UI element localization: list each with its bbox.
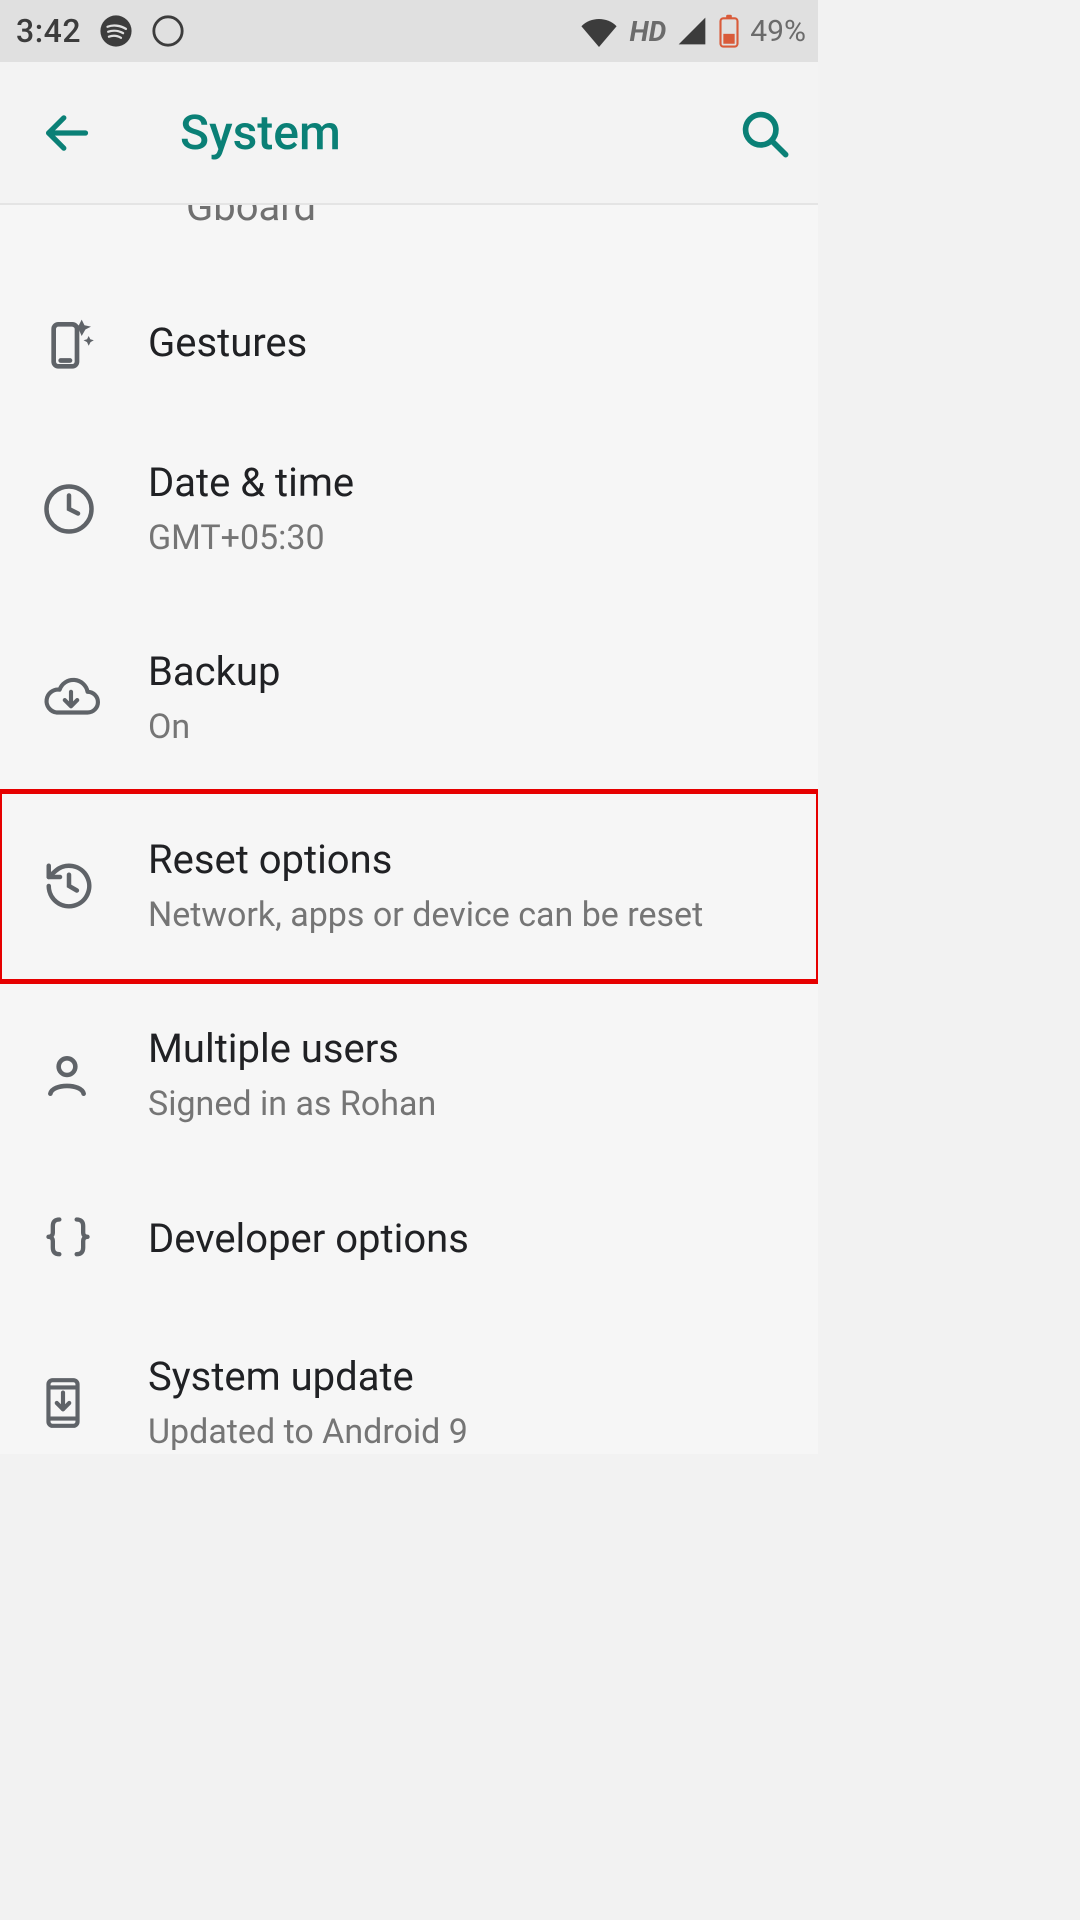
status-right: HD 49% xyxy=(579,14,806,49)
battery-percent: 49% xyxy=(750,14,806,49)
clock-icon xyxy=(36,482,148,536)
system-update-subtitle: Updated to Android 9 xyxy=(148,1411,798,1454)
page-title: System xyxy=(180,104,341,161)
backup-title: Backup xyxy=(148,648,798,696)
cutoff-previous-item: Gboard xyxy=(186,205,316,230)
settings-item-system-update[interactable]: System update Updated to Android 9 xyxy=(0,1309,818,1454)
cloud-download-icon xyxy=(36,676,148,720)
search-button[interactable] xyxy=(738,107,790,159)
multiple-users-subtitle: Signed in as Rohan xyxy=(148,1083,798,1126)
settings-item-backup[interactable]: Backup On xyxy=(0,604,818,793)
system-update-icon xyxy=(36,1376,148,1430)
backup-subtitle: On xyxy=(148,706,798,749)
restore-icon xyxy=(36,859,148,913)
braces-icon xyxy=(36,1213,148,1265)
settings-item-reset-options[interactable]: Reset options Network, apps or device ca… xyxy=(0,792,818,981)
settings-list[interactable]: Gestures Date & time GMT+05:30 xyxy=(0,205,818,1454)
spotify-icon xyxy=(99,14,133,48)
gestures-icon xyxy=(36,315,148,371)
reset-options-title: Reset options xyxy=(148,836,798,884)
settings-item-developer-options[interactable]: Developer options xyxy=(0,1169,818,1309)
hd-indicator: HD xyxy=(629,15,666,48)
status-bar: 3:42 HD 49% xyxy=(0,0,818,62)
signal-icon xyxy=(676,15,708,47)
app-bar: System xyxy=(0,62,818,205)
settings-item-multiple-users[interactable]: Multiple users Signed in as Rohan xyxy=(0,981,818,1170)
developer-options-title: Developer options xyxy=(148,1215,798,1263)
gestures-title: Gestures xyxy=(148,319,798,367)
wifi-icon xyxy=(579,15,619,47)
settings-list-container: Gboard Gestures Date & time xyxy=(0,205,818,1454)
date-time-title: Date & time xyxy=(148,459,798,507)
battery-icon xyxy=(718,14,740,48)
circle-icon xyxy=(151,14,185,48)
reset-options-subtitle: Network, apps or device can be reset xyxy=(148,894,798,937)
status-time: 3:42 xyxy=(16,12,81,50)
person-icon xyxy=(36,1050,148,1100)
date-time-subtitle: GMT+05:30 xyxy=(148,517,798,560)
multiple-users-title: Multiple users xyxy=(148,1025,798,1073)
back-button[interactable] xyxy=(40,107,92,159)
system-update-title: System update xyxy=(148,1353,798,1401)
settings-item-date-time[interactable]: Date & time GMT+05:30 xyxy=(0,415,818,604)
status-left: 3:42 xyxy=(16,12,185,50)
settings-item-gestures[interactable]: Gestures xyxy=(0,271,818,415)
